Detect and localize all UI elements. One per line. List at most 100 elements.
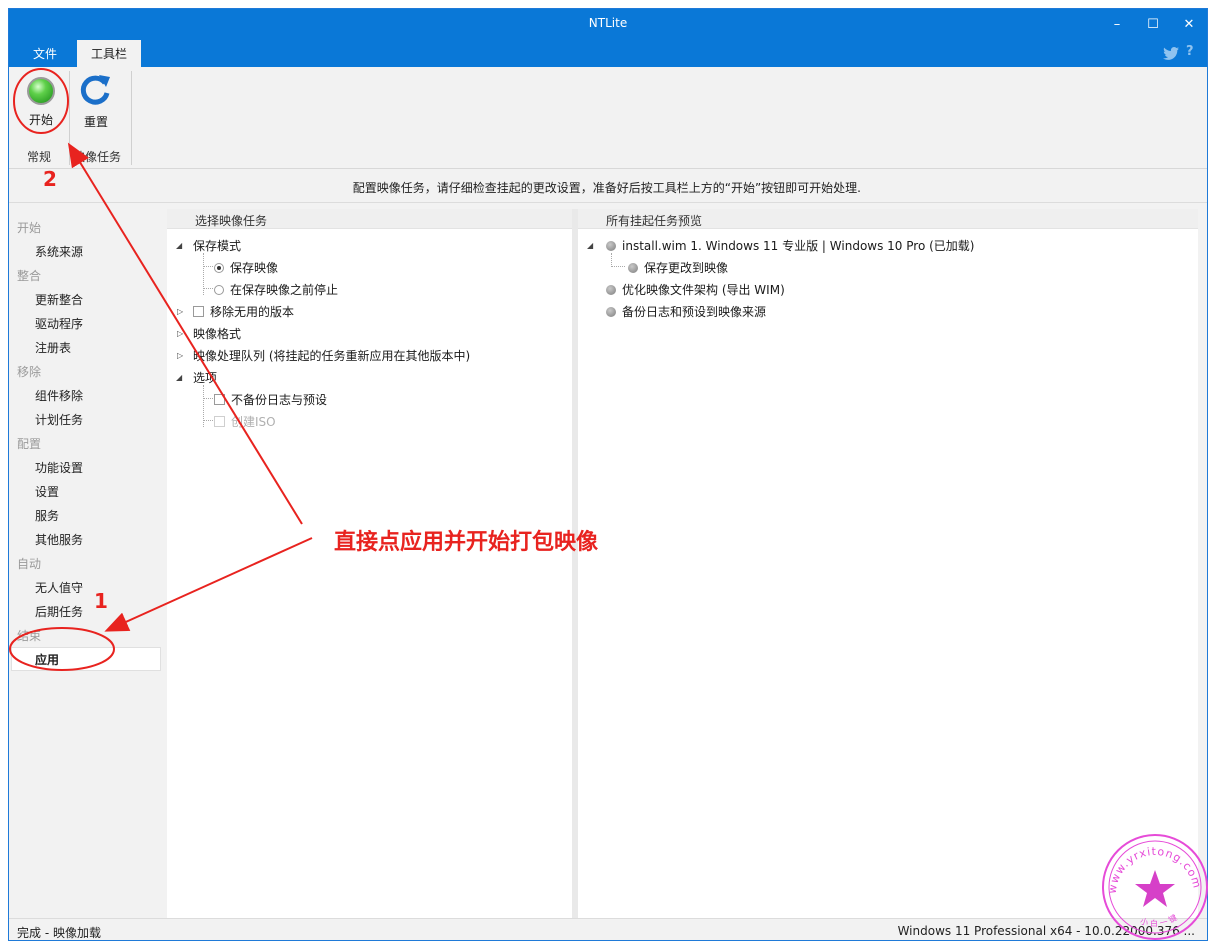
- status-dot-icon: [628, 262, 638, 273]
- status-dot-icon: [606, 240, 616, 251]
- tab-file[interactable]: 文件: [19, 40, 71, 67]
- collapse-arrow-icon[interactable]: ◢: [176, 241, 182, 250]
- minimize-button[interactable]: –: [1099, 9, 1135, 39]
- info-message: 配置映像任务，请仔细检查挂起的更改设置，准备好后按工具栏上方的“开始”按钮即可开…: [352, 181, 861, 195]
- no-backup-label: 不备份日志与预设: [231, 393, 328, 407]
- checkbox-disabled-icon: [214, 416, 225, 427]
- close-button[interactable]: ✕: [1171, 9, 1207, 39]
- sidebar-category-finish: 结束: [17, 629, 42, 643]
- create-iso-label: 创建ISO: [231, 415, 276, 429]
- tree-connector: [203, 266, 213, 267]
- sidebar-category-automate: 自动: [17, 557, 42, 571]
- sidebar-item-other-services[interactable]: 其他服务: [35, 531, 83, 548]
- image-tasks-panel: 选择映像任务 ◢ 保存模式 保存映像 在保存映像之前停止 ▷ 移除无用的版本 ▷…: [167, 209, 572, 918]
- group-separator: [69, 71, 70, 165]
- sidebar-category-remove: 移除: [17, 365, 42, 379]
- expand-arrow-icon[interactable]: ▷: [177, 351, 183, 360]
- app-window: NTLite – ☐ ✕ 文件 工具栏 ? 开始 重置 常规 映像任务 配置映像…: [8, 8, 1208, 941]
- sidebar: 开始 系统来源 整合 更新整合 驱动程序 注册表 移除 组件移除 计划任务 配置…: [9, 204, 167, 918]
- install-wim-node[interactable]: install.wim 1. Windows 11 专业版 | Windows …: [606, 237, 974, 254]
- stop-before-save-option[interactable]: 在保存映像之前停止: [214, 281, 338, 298]
- start-label: 开始: [28, 113, 53, 127]
- pending-tasks-panel: 所有挂起任务预览 ◢ install.wim 1. Windows 11 专业版…: [578, 209, 1198, 918]
- maximize-button[interactable]: ☐: [1135, 9, 1171, 39]
- image-format-node[interactable]: 映像格式: [193, 325, 241, 342]
- sidebar-item-apply-highlight[interactable]: [11, 647, 161, 671]
- refresh-icon: [80, 75, 110, 105]
- backup-node[interactable]: 备份日志和预设到映像来源: [606, 303, 766, 320]
- annotation-number-2: 2: [43, 167, 57, 191]
- status-bar: 完成 - 映像加载 Windows 11 Professional x64 - …: [9, 918, 1207, 940]
- status-left: 完成 - 映像加载: [17, 926, 101, 940]
- sidebar-item-updates[interactable]: 更新整合: [35, 291, 83, 308]
- sidebar-item-scheduled-tasks[interactable]: 计划任务: [35, 411, 83, 428]
- sidebar-item-settings[interactable]: 设置: [35, 483, 59, 500]
- tree-connector: [203, 398, 213, 399]
- options-node[interactable]: 选项: [193, 369, 217, 386]
- sidebar-item-apply[interactable]: 应用: [35, 651, 59, 668]
- radio-icon[interactable]: [214, 284, 224, 295]
- sidebar-category-start: 开始: [17, 221, 42, 235]
- title-bar: NTLite – ☐ ✕: [9, 9, 1207, 39]
- sidebar-category-integrate: 整合: [17, 269, 42, 283]
- group-label-image-tasks: 映像任务: [73, 150, 122, 164]
- sidebar-item-registry[interactable]: 注册表: [35, 339, 71, 356]
- tree-connector: [611, 266, 625, 267]
- sidebar-item-drivers[interactable]: 驱动程序: [35, 315, 83, 332]
- ribbon-tabs: 文件 工具栏 ?: [9, 39, 1207, 67]
- optimize-node[interactable]: 优化映像文件架构 (导出 WIM): [606, 281, 785, 298]
- sidebar-item-system-source[interactable]: 系统来源: [35, 243, 83, 260]
- watermark-stamp: www.yrxitong.com 小 白 一 键: [1102, 834, 1208, 940]
- status-dot-icon: [606, 306, 616, 317]
- help-icon[interactable]: ?: [1186, 44, 1194, 59]
- group-label-general: 常规: [27, 150, 52, 164]
- collapse-arrow-icon[interactable]: ◢: [587, 241, 593, 250]
- reset-button[interactable]: 重置: [71, 73, 121, 133]
- image-queue-node[interactable]: 映像处理队列 (将挂起的任务重新应用在其他版本中): [193, 347, 470, 364]
- pending-tasks-header: 所有挂起任务预览: [578, 209, 1198, 229]
- reset-label: 重置: [83, 115, 108, 129]
- optimize-label: 优化映像文件架构 (导出 WIM): [622, 283, 785, 297]
- tree-connector: [203, 288, 213, 289]
- save-image-option[interactable]: 保存映像: [214, 259, 278, 276]
- sidebar-item-unattended[interactable]: 无人值守: [35, 579, 83, 596]
- window-title: NTLite: [588, 16, 628, 30]
- annotation-text: 直接点应用并开始打包映像: [334, 530, 599, 555]
- save-changes-label: 保存更改到映像: [644, 261, 729, 275]
- group-separator: [131, 71, 132, 165]
- collapse-arrow-icon[interactable]: ◢: [176, 373, 182, 382]
- backup-label: 备份日志和预设到映像来源: [622, 305, 767, 319]
- checkbox-icon[interactable]: [214, 394, 225, 405]
- sidebar-item-components[interactable]: 组件移除: [35, 387, 83, 404]
- annotation-number-1: 1: [94, 589, 108, 613]
- start-button[interactable]: 开始: [16, 73, 66, 133]
- tree-connector: [203, 420, 213, 421]
- checkbox-icon[interactable]: [193, 306, 204, 317]
- svg-text:小 白 一 键: 小 白 一 键: [1139, 912, 1179, 928]
- remove-unused-option[interactable]: 移除无用的版本: [193, 303, 294, 320]
- sidebar-item-post-setup[interactable]: 后期任务: [35, 603, 83, 620]
- install-wim-label: install.wim 1. Windows 11 专业版 | Windows …: [622, 239, 975, 253]
- stop-before-save-label: 在保存映像之前停止: [230, 283, 339, 297]
- tree-connector: [611, 253, 612, 267]
- radio-selected-icon[interactable]: [214, 262, 224, 273]
- info-bar: 配置映像任务，请仔细检查挂起的更改设置，准备好后按工具栏上方的“开始”按钮即可开…: [9, 169, 1207, 203]
- pending-tasks-title: 所有挂起任务预览: [606, 214, 703, 228]
- create-iso-option: 创建ISO: [214, 413, 276, 430]
- ribbon: 开始 重置 常规 映像任务: [9, 67, 1207, 169]
- start-orb-icon: [27, 77, 55, 105]
- tab-toolbar[interactable]: 工具栏: [77, 40, 142, 67]
- image-tasks-header: 选择映像任务: [167, 209, 572, 229]
- twitter-icon[interactable]: [1163, 47, 1179, 60]
- image-tasks-title: 选择映像任务: [195, 214, 268, 228]
- no-backup-option[interactable]: 不备份日志与预设: [214, 391, 327, 408]
- sidebar-item-services[interactable]: 服务: [35, 507, 59, 524]
- sidebar-item-features[interactable]: 功能设置: [35, 459, 83, 476]
- save-image-label: 保存映像: [230, 261, 279, 275]
- save-mode-node[interactable]: 保存模式: [193, 237, 241, 254]
- sidebar-category-configure: 配置: [17, 437, 42, 451]
- save-changes-node[interactable]: 保存更改到映像: [628, 259, 728, 276]
- expand-arrow-icon[interactable]: ▷: [177, 329, 183, 338]
- remove-unused-label: 移除无用的版本: [210, 305, 295, 319]
- expand-arrow-icon[interactable]: ▷: [177, 307, 183, 316]
